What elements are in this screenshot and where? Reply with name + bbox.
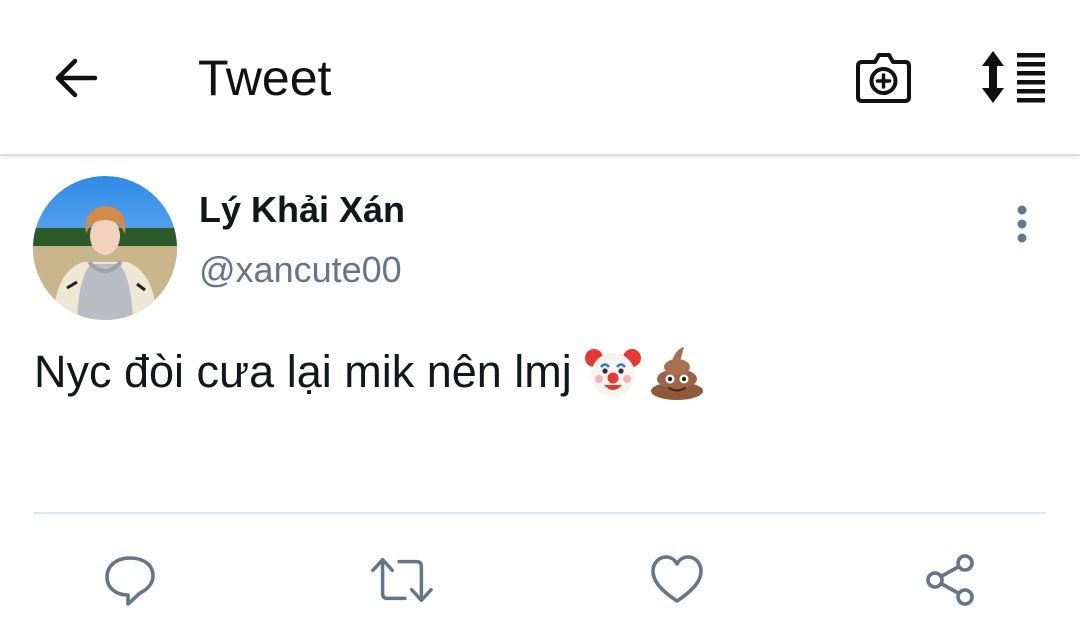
arrow-left-icon	[55, 58, 98, 98]
camera-add-button[interactable]	[850, 44, 916, 110]
like-button[interactable]	[645, 550, 709, 610]
retweet-button[interactable]	[370, 550, 434, 610]
camera-plus-icon	[856, 53, 911, 103]
avatar[interactable]	[33, 176, 177, 320]
pile-of-poo-emoji	[648, 343, 706, 401]
sort-list-icon	[982, 51, 1045, 103]
author-display-name[interactable]: Lý Khải Xán	[199, 188, 405, 232]
share-icon	[926, 554, 974, 606]
tweet-body: Nyc đòi cưa lại mik nên lmj	[34, 342, 706, 402]
heart-icon	[651, 555, 703, 603]
top-app-bar: Tweet	[0, 0, 1080, 156]
share-button[interactable]	[918, 550, 982, 610]
author-handle[interactable]: @xancute00	[199, 248, 402, 292]
reply-bubble-icon	[105, 556, 155, 606]
tweet-detail-screen: Tweet Lý Khải Xán @xancute00 Nyc đòi cưa…	[0, 0, 1080, 635]
page-title: Tweet	[198, 50, 332, 106]
sort-button[interactable]	[976, 44, 1052, 110]
more-vertical-icon	[1017, 205, 1027, 243]
back-button[interactable]	[46, 48, 106, 108]
clown-face-emoji	[584, 343, 642, 401]
reply-button[interactable]	[98, 550, 162, 610]
avatar-image	[33, 176, 177, 320]
tweet-text: Nyc đòi cưa lại mik nên lmj	[34, 346, 572, 397]
divider	[33, 512, 1047, 514]
retweet-icon	[371, 557, 433, 603]
more-options-button[interactable]	[998, 198, 1046, 250]
